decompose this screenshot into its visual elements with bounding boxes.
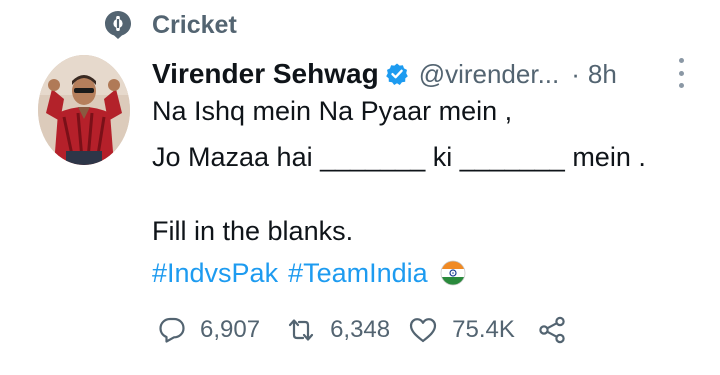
tweet-actions: 6,907 6,348 75.4K xyxy=(158,308,581,352)
tweet-time[interactable]: 8h xyxy=(588,59,617,90)
share-button[interactable] xyxy=(537,315,567,345)
topic-label[interactable]: Cricket xyxy=(152,11,237,40)
like-button[interactable]: 75.4K xyxy=(408,316,515,344)
retweet-count: 6,348 xyxy=(330,316,391,343)
topic-row[interactable]: Cricket xyxy=(104,8,237,42)
more-dot xyxy=(678,58,684,63)
more-dot xyxy=(678,70,684,76)
retweet-icon xyxy=(286,316,316,344)
hashtag-link[interactable]: #IndvsPak xyxy=(152,258,278,289)
more-dot xyxy=(678,83,684,88)
reply-icon xyxy=(158,316,186,344)
reply-count: 6,907 xyxy=(200,316,261,343)
topic-icon xyxy=(104,10,132,40)
author-handle[interactable]: @virender... xyxy=(419,59,560,90)
meta-separator: · xyxy=(571,58,580,89)
avatar[interactable] xyxy=(38,55,130,165)
heart-icon xyxy=(408,316,438,344)
share-icon xyxy=(537,315,567,345)
hashtag-link[interactable]: #TeamIndia xyxy=(288,258,428,289)
author-name[interactable]: Virender Sehwag xyxy=(152,58,379,90)
tweet-text-line: Fill in the blanks. xyxy=(152,216,354,246)
indian-flag-emoji-icon xyxy=(440,260,466,286)
like-count: 75.4K xyxy=(452,316,515,343)
tweet-text-line: Jo Mazaa hai _______ ki _______ mein . xyxy=(152,142,646,172)
retweet-button[interactable]: 6,348 xyxy=(286,316,390,344)
tweet-header: Virender Sehwag @virender... · 8h xyxy=(152,52,617,96)
verified-badge-icon xyxy=(385,62,409,86)
tweet-text-line: Na Ishq mein Na Pyaar mein , xyxy=(152,96,513,126)
more-options-icon[interactable] xyxy=(676,58,686,88)
hashtag-row: #IndvsPak #TeamIndia xyxy=(152,255,466,291)
reply-button[interactable]: 6,907 xyxy=(158,316,260,344)
